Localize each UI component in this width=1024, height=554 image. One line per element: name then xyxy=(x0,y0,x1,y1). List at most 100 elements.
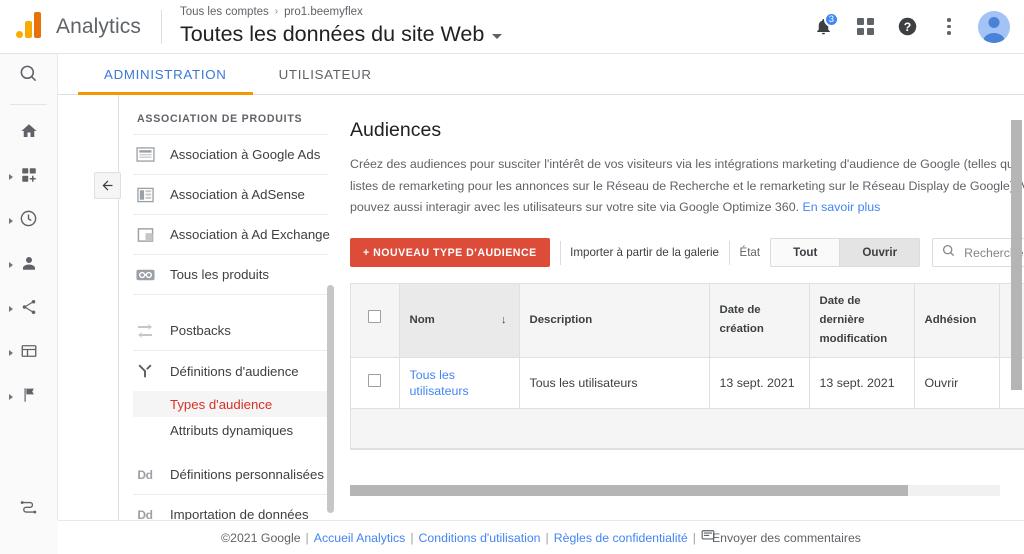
nav-item-ad-exchange-link[interactable]: Association à Ad Exchange xyxy=(133,215,330,255)
link-chain-icon xyxy=(135,268,155,282)
top-bar-actions: 3 ? xyxy=(804,8,1024,46)
table-header: Nom ↓ Description Date de création Date … xyxy=(351,283,1024,358)
table-footer xyxy=(351,408,1024,449)
select-all-header xyxy=(351,283,400,358)
notification-badge: 3 xyxy=(823,11,839,27)
sidebar-item-behavior[interactable] xyxy=(0,331,57,375)
nav-item-all-products[interactable]: Tous les produits xyxy=(133,255,328,295)
row-checkbox[interactable] xyxy=(368,374,382,387)
footer-rail-fill xyxy=(0,520,58,554)
row-select-cell xyxy=(351,357,400,409)
state-filter-open[interactable]: Ouvrir xyxy=(839,238,921,267)
breadcrumb-all-accounts[interactable]: Tous les comptes xyxy=(180,5,269,19)
account-selector[interactable]: Tous les comptes › pro1.beemyflex Toutes… xyxy=(180,5,503,48)
footer-link-terms[interactable]: Conditions d'utilisation xyxy=(419,531,541,545)
nav-subitem-audience-types[interactable]: Types d'audience xyxy=(133,391,328,417)
dd-icon: Dd xyxy=(137,507,153,521)
column-header-name[interactable]: Nom ↓ xyxy=(399,283,520,358)
sidebar-item-acquisition[interactable] xyxy=(0,287,57,331)
help-button[interactable]: ? xyxy=(888,8,926,46)
nav-item-adsense-link[interactable]: Association à AdSense xyxy=(133,175,328,215)
state-filter-label: État xyxy=(739,246,761,259)
nav-item-audience-definitions[interactable]: Définitions d'audience xyxy=(133,351,328,391)
property-title[interactable]: Toutes les données du site Web xyxy=(180,20,503,48)
nav-item-label: Définitions personnalisées xyxy=(170,467,324,482)
nav-item-custom-definitions[interactable]: Dd Définitions personnalisées xyxy=(133,455,328,495)
sidebar-item-conversions[interactable] xyxy=(0,375,57,419)
home-icon xyxy=(20,122,38,145)
nav-subitem-dynamic-attributes[interactable]: Attributs dynamiques xyxy=(133,417,328,443)
table-body: Tous les utilisateurs Tous les utilisate… xyxy=(351,357,1024,409)
select-all-checkbox[interactable] xyxy=(368,310,382,323)
section-header-product-linking: ASSOCIATION DE PRODUITS xyxy=(133,113,328,135)
column-header-modified[interactable]: Date de dernière modification xyxy=(809,283,915,358)
audience-branch-icon xyxy=(135,362,155,380)
nav-item-data-import[interactable]: Dd Importation de données xyxy=(133,495,328,520)
left-rail xyxy=(0,54,58,554)
sidebar-item-home[interactable] xyxy=(0,111,57,155)
page-title: Audiences xyxy=(350,119,442,141)
search-icon xyxy=(19,64,38,88)
breadcrumb-separator-icon: › xyxy=(274,6,279,17)
chevron-right-icon xyxy=(9,306,13,312)
copyright-text: ©2021 Google xyxy=(221,530,301,545)
tab-administration[interactable]: ADMINISTRATION xyxy=(78,54,253,95)
footer-link-privacy[interactable]: Règles de confidentialité xyxy=(554,531,688,545)
column-header-membership[interactable]: Adhésion xyxy=(914,283,1000,358)
sidebar-item-audience[interactable] xyxy=(0,243,57,287)
dd-icon: Dd xyxy=(137,467,153,482)
cell-description: Tous les utilisateurs xyxy=(519,357,710,409)
column-header-created[interactable]: Date de création xyxy=(709,283,810,358)
nav-item-label: Association à Ad Exchange xyxy=(170,227,330,242)
person-icon xyxy=(20,254,38,277)
footer-separator: | xyxy=(410,530,414,545)
secondary-nav-inner: ASSOCIATION DE PRODUITS Association à Go… xyxy=(58,95,342,520)
page-description: Créez des audiences pour susciter l'inté… xyxy=(350,154,1024,219)
rail-search-button[interactable] xyxy=(0,54,57,98)
nav-item-label: Tous les produits xyxy=(170,267,269,282)
nav-item-label: Postbacks xyxy=(170,323,231,338)
more-options-button[interactable] xyxy=(930,8,968,46)
footer-link-analytics-home[interactable]: Accueil Analytics xyxy=(314,531,406,545)
collapse-nav-button[interactable] xyxy=(94,172,121,199)
column-header-description[interactable]: Description xyxy=(519,283,710,358)
breadcrumb-account[interactable]: pro1.beemyflex xyxy=(284,5,363,19)
sidebar-item-customization[interactable] xyxy=(0,155,57,199)
search-icon xyxy=(942,244,955,262)
learn-more-link[interactable]: En savoir plus xyxy=(802,200,880,214)
apps-grid-button[interactable] xyxy=(846,8,884,46)
scrollbar-thumb[interactable] xyxy=(350,485,908,496)
page-vertical-scrollbar[interactable] xyxy=(1011,120,1022,390)
nav-item-label: Importation de données xyxy=(170,507,309,520)
flag-icon xyxy=(20,386,38,409)
table-row[interactable]: Tous les utilisateurs Tous les utilisate… xyxy=(351,357,1024,409)
clock-icon xyxy=(19,209,38,233)
sidebar-item-realtime[interactable] xyxy=(0,199,57,243)
audiences-table-wrapper: Nom ↓ Description Date de création Date … xyxy=(350,282,1024,450)
avatar[interactable] xyxy=(978,10,1010,43)
import-from-gallery-link[interactable]: Importer à partir de la galerie xyxy=(570,246,719,259)
admin-tabs: ADMINISTRATION UTILISATEUR xyxy=(58,54,1024,95)
state-filter-all[interactable]: Tout xyxy=(770,238,840,267)
chevron-right-icon xyxy=(9,394,13,400)
audiences-table: Nom ↓ Description Date de création Date … xyxy=(351,283,1024,409)
table-header-row: Nom ↓ Description Date de création Date … xyxy=(351,283,1024,358)
cell-membership: Ouvrir xyxy=(914,357,1000,409)
audience-name-link[interactable]: Tous les utilisateurs xyxy=(410,368,469,398)
notifications-button[interactable]: 3 xyxy=(804,8,842,46)
svg-text:?: ? xyxy=(903,20,910,34)
attribution-path-icon xyxy=(19,497,38,521)
tab-utilisateur[interactable]: UTILISATEUR xyxy=(253,54,398,94)
audiences-toolbar: + NOUVEAU TYPE D'AUDIENCE Importer à par… xyxy=(350,237,1024,269)
ad-exchange-icon xyxy=(135,227,155,243)
table-horizontal-scrollbar[interactable] xyxy=(350,485,1000,496)
nav-item-google-ads-link[interactable]: Association à Google Ads xyxy=(133,135,328,175)
back-arrow-icon xyxy=(102,180,113,191)
new-audience-button[interactable]: + NOUVEAU TYPE D'AUDIENCE xyxy=(350,238,550,267)
main-content: Audiences Créez des audiences pour susci… xyxy=(342,95,1024,520)
nav-item-postbacks[interactable]: Postbacks xyxy=(133,311,328,351)
window-icon xyxy=(20,342,38,365)
send-feedback-button[interactable]: Envoyer des commentaires xyxy=(701,529,861,546)
secondary-nav-scrollbar[interactable] xyxy=(327,285,334,513)
